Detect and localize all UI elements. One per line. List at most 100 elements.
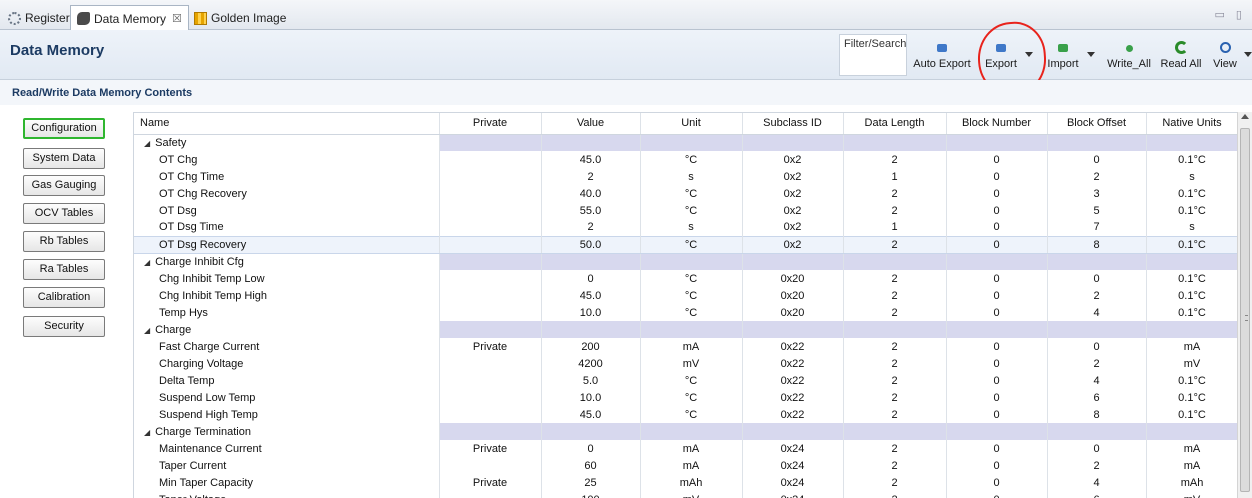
cell-private xyxy=(439,151,542,168)
group-fill-cell xyxy=(439,134,542,151)
category-button-ocv-tables[interactable]: OCV Tables xyxy=(23,203,105,224)
table-row[interactable]: Suspend Low Temp 10.0 °C 0x22 2 0 6 0.1°C xyxy=(134,389,1237,406)
section-title: Read/Write Data Memory Contents xyxy=(12,87,193,99)
table-row[interactable]: Chg Inhibit Temp Low 0 °C 0x20 2 0 0 0.1°C xyxy=(134,270,1237,287)
cell-native: 0.1°C xyxy=(1146,235,1237,254)
table-row[interactable]: OT Dsg Time 2 s 0x2 1 0 7 s xyxy=(134,219,1237,236)
table-row[interactable]: Temp Hys 10.0 °C 0x20 2 0 4 0.1°C xyxy=(134,304,1237,321)
table-row[interactable]: OT Dsg 55.0 °C 0x2 2 0 5 0.1°C xyxy=(134,202,1237,219)
group-fill-cell xyxy=(1047,321,1147,338)
cell-name: OT Chg xyxy=(134,151,440,168)
memory-icon xyxy=(77,12,90,25)
group-row[interactable]: ◢ Charge Termination xyxy=(134,423,1237,440)
category-button-calibration[interactable]: Calibration xyxy=(23,287,105,308)
table-row[interactable]: Delta Temp 5.0 °C 0x22 2 0 4 0.1°C xyxy=(134,372,1237,389)
vertical-scrollbar[interactable] xyxy=(1237,112,1252,498)
cell-value[interactable]: 40.0 xyxy=(541,185,641,202)
cell-value[interactable]: 0 xyxy=(541,270,641,287)
cell-value[interactable]: 5.0 xyxy=(541,372,641,389)
collapse-triangle-icon[interactable]: ◢ xyxy=(144,326,150,335)
category-button-gas-gauging[interactable]: Gas Gauging xyxy=(23,175,105,196)
minimize-maximize-icon[interactable]: ▭ ▯ xyxy=(1214,8,1246,21)
cell-value[interactable]: 25 xyxy=(541,474,641,491)
column-header-name[interactable]: Name xyxy=(134,113,440,135)
group-row[interactable]: ◢ Charge Inhibit Cfg xyxy=(134,253,1237,270)
cell-value[interactable]: 45.0 xyxy=(541,406,641,423)
cell-native: mV xyxy=(1146,491,1237,498)
import-dropdown-icon[interactable] xyxy=(1087,52,1095,57)
cell-value[interactable]: 200 xyxy=(541,338,641,355)
table-row[interactable]: Min Taper Capacity Private 25 mAh 0x24 2 0 4 mAh xyxy=(134,474,1237,491)
scrollbar-thumb[interactable] xyxy=(1240,128,1250,492)
cell-value[interactable]: 2 xyxy=(541,219,641,236)
cell-subclass: 0x2 xyxy=(742,202,844,219)
category-button-system-data[interactable]: System Data xyxy=(23,148,105,169)
collapse-triangle-icon[interactable]: ◢ xyxy=(144,139,150,148)
table-row[interactable]: Suspend High Temp 45.0 °C 0x22 2 0 8 0.1°C xyxy=(134,406,1237,423)
group-fill-cell xyxy=(843,253,947,270)
table-row[interactable]: Taper Current 60 mA 0x24 2 0 2 mA xyxy=(134,457,1237,474)
group-label: Charge Termination xyxy=(155,425,251,438)
tab-label: Registers xyxy=(25,11,76,25)
collapse-triangle-icon[interactable]: ◢ xyxy=(144,428,150,437)
group-row[interactable]: ◢ Charge xyxy=(134,321,1237,338)
tab-data-memory[interactable]: Data Memory ☒ xyxy=(70,5,189,31)
tab-golden-image[interactable]: Golden Image xyxy=(188,6,292,30)
table-row[interactable]: OT Chg Recovery 40.0 °C 0x2 2 0 3 0.1°C xyxy=(134,185,1237,202)
table-row[interactable]: OT Chg Time 2 s 0x2 1 0 2 s xyxy=(134,168,1237,185)
cell-offset: 8 xyxy=(1047,406,1147,423)
close-icon[interactable]: ☒ xyxy=(172,12,182,25)
view-dropdown-icon[interactable] xyxy=(1244,52,1252,57)
group-fill-cell xyxy=(946,321,1048,338)
cell-native: 0.1°C xyxy=(1146,406,1237,423)
column-header-subclass-id[interactable]: Subclass ID xyxy=(742,113,844,135)
cell-value[interactable]: 45.0 xyxy=(541,151,641,168)
cell-value[interactable]: 100 xyxy=(541,491,641,498)
table-row[interactable]: Chg Inhibit Temp High 45.0 °C 0x20 2 0 2 0.1°C xyxy=(134,287,1237,304)
category-button-ra-tables[interactable]: Ra Tables xyxy=(23,259,105,280)
import-button[interactable]: Import xyxy=(1044,34,1082,76)
cell-value[interactable]: 10.0 xyxy=(541,304,641,321)
table-row[interactable]: Maintenance Current Private 0 mA 0x24 2 0 0 mA xyxy=(134,440,1237,457)
cell-block: 0 xyxy=(946,151,1048,168)
write-all-button[interactable]: Write_All xyxy=(1103,34,1155,76)
category-button-rb-tables[interactable]: Rb Tables xyxy=(23,231,105,252)
table-row[interactable]: Charging Voltage 4200 mV 0x22 2 0 2 mV xyxy=(134,355,1237,372)
column-header-block-number[interactable]: Block Number xyxy=(946,113,1048,135)
cell-value[interactable]: 4200 xyxy=(541,355,641,372)
group-row[interactable]: ◢ Safety xyxy=(134,134,1237,151)
table-row[interactable]: Fast Charge Current Private 200 mA 0x22 2 0 0 mA xyxy=(134,338,1237,355)
column-header-private[interactable]: Private xyxy=(439,113,542,135)
cell-value[interactable]: 50.0 xyxy=(541,235,641,254)
cell-subclass: 0x24 xyxy=(742,491,844,498)
table-row[interactable]: OT Dsg Recovery 50.0 °C 0x2 2 0 8 0.1°C xyxy=(134,235,1237,254)
table-row[interactable]: OT Chg 45.0 °C 0x2 2 0 0 0.1°C xyxy=(134,151,1237,168)
column-header-native-units[interactable]: Native Units xyxy=(1146,113,1237,135)
cell-native: mV xyxy=(1146,355,1237,372)
column-header-unit[interactable]: Unit xyxy=(640,113,743,135)
cell-value[interactable]: 60 xyxy=(541,457,641,474)
auto-export-button[interactable]: Auto Export xyxy=(911,34,973,76)
view-button[interactable]: View xyxy=(1208,34,1242,76)
category-button-security[interactable]: Security xyxy=(23,316,105,337)
column-header-value[interactable]: Value xyxy=(541,113,641,135)
cell-value[interactable]: 55.0 xyxy=(541,202,641,219)
cell-native: 0.1°C xyxy=(1146,270,1237,287)
cell-value[interactable]: 2 xyxy=(541,168,641,185)
column-header-block-offset[interactable]: Block Offset xyxy=(1047,113,1147,135)
cell-subclass: 0x22 xyxy=(742,389,844,406)
read-all-button[interactable]: Read All xyxy=(1158,34,1204,76)
table-row[interactable]: Taper Voltage100mV0x24206mV xyxy=(134,491,1237,498)
cell-value[interactable]: 10.0 xyxy=(541,389,641,406)
filter-search-input[interactable]: Filter/Search xyxy=(839,34,907,76)
collapse-triangle-icon[interactable]: ◢ xyxy=(144,258,150,267)
scroll-up-icon[interactable] xyxy=(1241,114,1249,119)
cell-block: 0 xyxy=(946,304,1048,321)
cell-value[interactable]: 45.0 xyxy=(541,287,641,304)
column-header-data-length[interactable]: Data Length xyxy=(843,113,947,135)
cell-value[interactable]: 0 xyxy=(541,440,641,457)
group-fill-cell xyxy=(439,321,542,338)
gear-icon xyxy=(8,11,21,25)
cell-name: Maintenance Current xyxy=(134,440,440,457)
category-button-configuration[interactable]: Configuration xyxy=(23,118,105,139)
